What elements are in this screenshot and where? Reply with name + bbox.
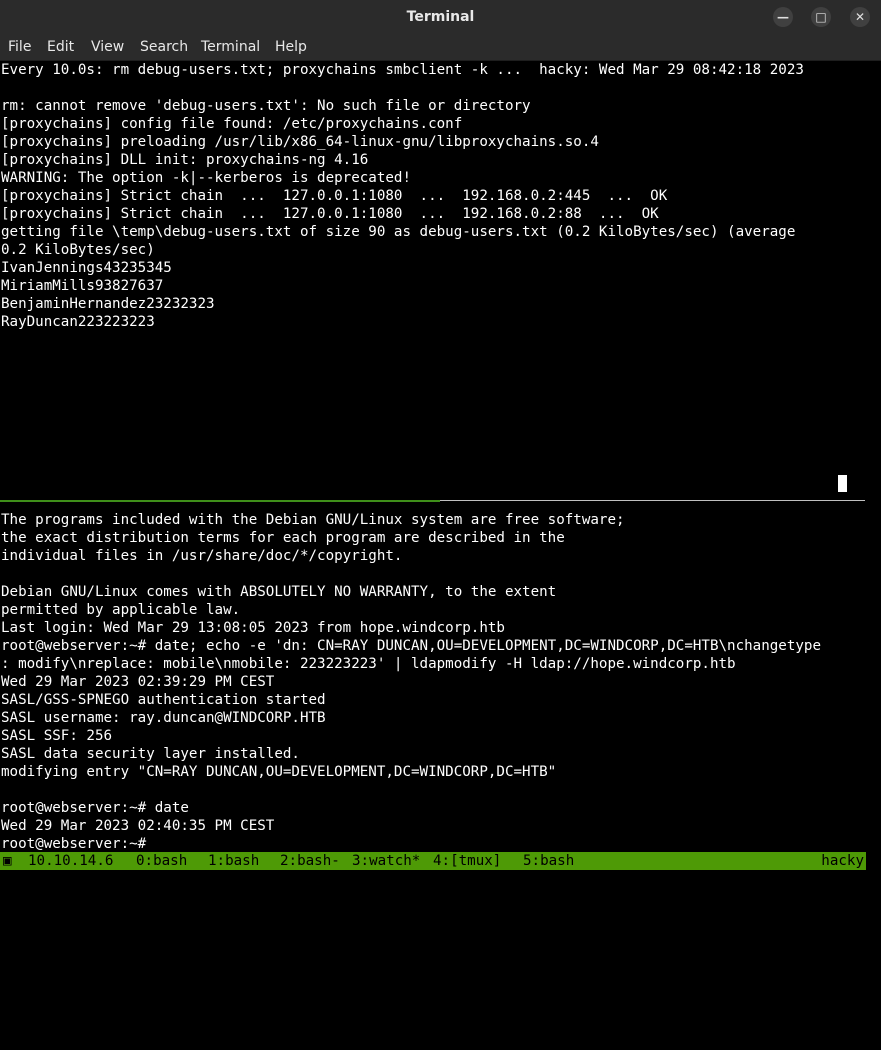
terminal-area[interactable]: Every 10.0s: rm debug-users.txt; proxych… — [0, 61, 881, 875]
terminal-line: modifying entry "CN=RAY DUNCAN,OU=DEVELO… — [1, 764, 557, 780]
terminal-line: [proxychains] preloading /usr/lib/x86_64… — [1, 134, 599, 150]
terminal-line: root@webserver:~# date — [1, 800, 189, 816]
terminal-line: WARNING: The option -k|--kerberos is dep… — [1, 170, 411, 186]
tmux-window-3[interactable]: 3:watch* — [352, 852, 420, 870]
terminal-line: The programs included with the Debian GN… — [1, 512, 625, 528]
menu-help[interactable]: Help — [271, 34, 311, 60]
status-host: 10.10.14.6 — [28, 853, 114, 869]
terminal-line: : modify\nreplace: mobile\nmobile: 22322… — [1, 656, 736, 672]
terminal-line: Wed 29 Mar 2023 02:40:35 PM CEST — [1, 818, 275, 834]
tmux-window-4[interactable]: 4:[tmux] — [433, 852, 501, 870]
terminal-line: Debian GNU/Linux comes with ABSOLUTELY N… — [1, 584, 557, 600]
terminal-line: Last login: Wed Mar 29 13:08:05 2023 fro… — [1, 620, 505, 636]
tmux-window-2[interactable]: 2:bash- — [280, 852, 340, 870]
terminal-line: [proxychains] Strict chain ... 127.0.0.1… — [1, 206, 659, 222]
pane-separator-active — [0, 500, 440, 502]
minimize-button[interactable]: — — [773, 7, 793, 27]
terminal-line: 0.2 KiloBytes/sec) — [1, 242, 155, 258]
tmux-window-1[interactable]: 1:bash — [208, 852, 259, 870]
terminal-line: Every 10.0s: rm debug-users.txt; proxych… — [1, 62, 804, 78]
terminal-line: [proxychains] DLL init: proxychains-ng 4… — [1, 152, 369, 168]
terminal-line: MiriamMills93827637 — [1, 278, 164, 294]
terminal-line: permitted by applicable law. — [1, 602, 241, 618]
pane-separator — [440, 500, 865, 501]
terminal-line: IvanJennings43235345 — [1, 260, 172, 276]
terminal-window: Terminal — □ ✕ File Edit View Search Ter… — [0, 0, 881, 875]
terminal-line: individual files in /usr/share/doc/*/cop… — [1, 548, 403, 564]
terminal-line: SASL username: ray.duncan@WINDCORP.HTB — [1, 710, 326, 726]
terminal-line: rm: cannot remove 'debug-users.txt': No … — [1, 98, 531, 114]
terminal-line: root@webserver:~# date; echo -e 'dn: CN=… — [1, 638, 821, 654]
close-button[interactable]: ✕ — [850, 7, 870, 27]
terminal-line: SASL data security layer installed. — [1, 746, 300, 762]
terminal-line: SASL SSF: 256 — [1, 728, 113, 744]
terminal-line: BenjaminHernandez23232323 — [1, 296, 215, 312]
terminal-line: [proxychains] config file found: /etc/pr… — [1, 116, 463, 132]
maximize-icon: □ — [815, 10, 827, 24]
terminal-line: the exact distribution terms for each pr… — [1, 530, 565, 546]
terminal-icon: ▣ — [3, 853, 12, 869]
tmux-status-bar: ▣ 10.10.14.6 0:bash 1:bash 2:bash- 3:wat… — [0, 852, 866, 870]
menu-file[interactable]: File — [4, 34, 35, 60]
menu-search[interactable]: Search — [136, 34, 192, 60]
terminal-line: RayDuncan223223223 — [1, 314, 155, 330]
menu-edit[interactable]: Edit — [43, 34, 78, 60]
terminal-line: [proxychains] Strict chain ... 127.0.0.1… — [1, 188, 668, 204]
terminal-line: Wed 29 Mar 2023 02:39:29 PM CEST — [1, 674, 275, 690]
terminal-line: SASL/GSS-SPNEGO authentication started — [1, 692, 326, 708]
tmux-window-0[interactable]: 0:bash — [136, 852, 187, 870]
menu-terminal[interactable]: Terminal — [197, 34, 264, 60]
title-bar[interactable]: Terminal — □ ✕ — [0, 0, 881, 34]
status-session: hacky — [821, 853, 864, 869]
cursor — [838, 475, 847, 492]
terminal-line: root@webserver:~# — [1, 836, 155, 852]
window-title: Terminal — [406, 9, 475, 25]
menu-bar: File Edit View Search Terminal Help — [0, 34, 881, 61]
menu-view[interactable]: View — [87, 34, 128, 60]
maximize-button[interactable]: □ — [811, 7, 831, 27]
close-icon: ✕ — [854, 10, 866, 24]
tmux-window-5[interactable]: 5:bash — [523, 852, 574, 870]
terminal-line: getting file \temp\debug-users.txt of si… — [1, 224, 796, 240]
minimize-icon: — — [777, 10, 789, 24]
scrollbar[interactable] — [867, 61, 881, 875]
